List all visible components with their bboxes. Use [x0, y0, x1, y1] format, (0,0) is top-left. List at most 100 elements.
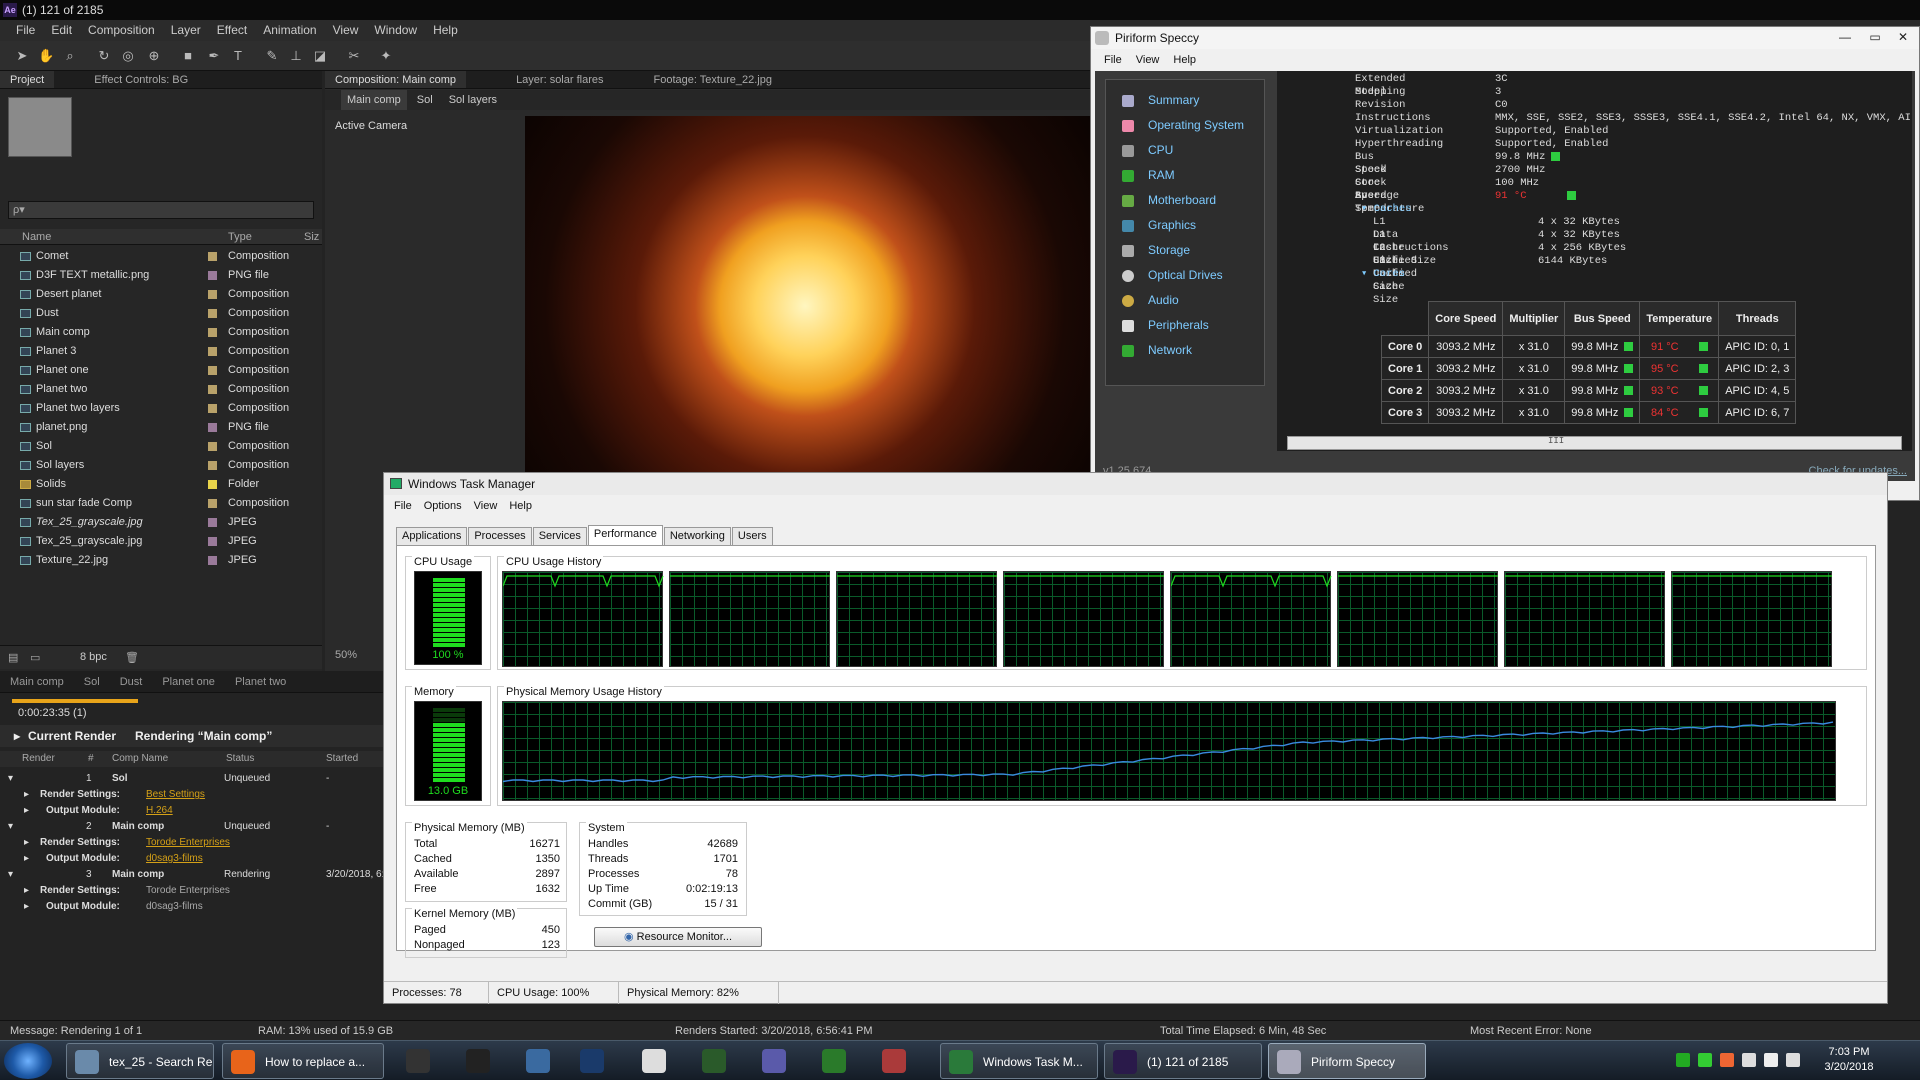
- project-item[interactable]: Sol layers Composition: [0, 456, 310, 475]
- tm-menu-options[interactable]: Options: [418, 497, 468, 515]
- nav-peripherals[interactable]: Peripherals: [1106, 313, 1264, 338]
- render-item[interactable]: ▾ 1 Sol Unqueued -: [0, 771, 385, 787]
- taskbar-item[interactable]: tex_25 - Search Re...: [66, 1043, 214, 1079]
- clock[interactable]: 7:03 PM 3/20/2018: [1814, 1045, 1884, 1075]
- tab-project[interactable]: Project: [0, 71, 55, 88]
- nav-storage[interactable]: Storage: [1106, 238, 1264, 263]
- taskbar-item[interactable]: Windows Task M...: [940, 1043, 1098, 1079]
- nav-ram[interactable]: RAM: [1106, 163, 1264, 188]
- menu-view[interactable]: View: [325, 20, 367, 41]
- crumb-sol[interactable]: Sol: [411, 90, 439, 110]
- zoom-icon[interactable]: ⌕: [62, 48, 78, 64]
- tab-effect-controls[interactable]: Effect Controls: BG: [84, 71, 198, 88]
- project-item[interactable]: Planet two layers Composition: [0, 399, 310, 418]
- project-item[interactable]: Solids Folder: [0, 475, 310, 494]
- taskbar-item[interactable]: [748, 1043, 800, 1079]
- col-render[interactable]: Render: [22, 753, 55, 764]
- project-item[interactable]: Sol Composition: [0, 437, 310, 456]
- project-search-input[interactable]: ρ▾: [8, 201, 314, 219]
- nav-optical-drives[interactable]: Optical Drives: [1106, 263, 1264, 288]
- project-item[interactable]: Desert planet Composition: [0, 285, 310, 304]
- menu-effect[interactable]: Effect: [209, 20, 255, 41]
- nav-audio[interactable]: Audio: [1106, 288, 1264, 313]
- interpret-icon[interactable]: ▤: [8, 651, 18, 664]
- minimize-button[interactable]: —: [1831, 27, 1859, 47]
- timeline-tab-main-comp[interactable]: Main comp: [0, 671, 74, 692]
- nav-operating-system[interactable]: Operating System: [1106, 113, 1264, 138]
- timeline-tab-sol[interactable]: Sol: [74, 671, 110, 692]
- menu-composition[interactable]: Composition: [80, 20, 163, 41]
- pan-icon[interactable]: ⊕: [146, 48, 162, 64]
- tm-menu-view[interactable]: View: [468, 497, 504, 515]
- tm-menu-file[interactable]: File: [388, 497, 418, 515]
- col-num[interactable]: #: [88, 753, 94, 764]
- tray-icon-2[interactable]: [1698, 1053, 1712, 1067]
- project-item[interactable]: Texture_22.jpg JPEG: [0, 551, 310, 570]
- maximize-button[interactable]: ▭: [1861, 27, 1889, 47]
- menu-layer[interactable]: Layer: [163, 20, 209, 41]
- taskbar-item[interactable]: [452, 1043, 504, 1079]
- bpc-label[interactable]: 8 bpc: [80, 651, 107, 663]
- folder-new-icon[interactable]: ▭: [30, 651, 40, 664]
- output-module-row[interactable]: ▸ Output Module: H.264: [0, 803, 385, 819]
- col-comp-name[interactable]: Comp Name: [112, 753, 168, 764]
- project-item[interactable]: D3F TEXT metallic.png PNG file: [0, 266, 310, 285]
- project-item[interactable]: Main comp Composition: [0, 323, 310, 342]
- render-settings-link[interactable]: Torode Enterprises: [146, 835, 230, 851]
- tab-users[interactable]: Users: [731, 527, 773, 545]
- taskbar-item[interactable]: (1) 121 of 2185: [1104, 1043, 1262, 1079]
- project-item[interactable]: Planet 3 Composition: [0, 342, 310, 361]
- project-item[interactable]: planet.png PNG file: [0, 418, 310, 437]
- taskbar-item[interactable]: How to replace a...: [222, 1043, 384, 1079]
- render-item[interactable]: ▾ 2 Main comp Unqueued -: [0, 819, 385, 835]
- speccy-horizontal-scrollbar[interactable]: III: [1287, 436, 1902, 450]
- menu-help[interactable]: Help: [425, 20, 466, 41]
- tab-services[interactable]: Services: [532, 527, 587, 545]
- menu-animation[interactable]: Animation: [255, 20, 324, 41]
- caches-node[interactable]: ▾ Caches: [1361, 203, 1411, 216]
- project-item[interactable]: Planet one Composition: [0, 361, 310, 380]
- output-module-row[interactable]: ▸ Output Module: d0sag3-films: [0, 851, 385, 867]
- nav-motherboard[interactable]: Motherboard: [1106, 188, 1264, 213]
- resource-monitor-button[interactable]: ◉ Resource Monitor...: [594, 927, 762, 947]
- zoom-level[interactable]: 50%: [335, 649, 357, 661]
- arrow-icon[interactable]: ➤: [14, 48, 30, 64]
- output-module-row[interactable]: ▸ Output Module: d0sag3-films: [0, 899, 385, 915]
- crumb-main-comp[interactable]: Main comp: [341, 90, 407, 110]
- nav-cpu[interactable]: CPU: [1106, 138, 1264, 163]
- network-icon[interactable]: [1764, 1053, 1778, 1067]
- tab-layer[interactable]: Layer: solar flares: [506, 71, 613, 88]
- rect-icon[interactable]: ■: [180, 48, 196, 64]
- tray-icon-1[interactable]: [1676, 1053, 1690, 1067]
- nav-graphics[interactable]: Graphics: [1106, 213, 1264, 238]
- project-item[interactable]: Tex_25_grayscale.jpg JPEG: [0, 513, 310, 532]
- col-status[interactable]: Status: [226, 753, 254, 764]
- taskbar-item[interactable]: [566, 1043, 618, 1079]
- project-item[interactable]: sun star fade Comp Composition: [0, 494, 310, 513]
- pen-icon[interactable]: ✒: [206, 48, 222, 64]
- render-settings-row[interactable]: ▸ Render Settings: Torode Enterprises: [0, 835, 385, 851]
- render-item[interactable]: ▾ 3 Main comp Rendering 3/20/2018, 6:: [0, 867, 385, 883]
- start-button[interactable]: [4, 1043, 52, 1079]
- col-name[interactable]: Name: [22, 231, 51, 243]
- tab-footage[interactable]: Footage: Texture_22.jpg: [644, 71, 782, 88]
- taskbar-item[interactable]: [688, 1043, 740, 1079]
- taskbar-item[interactable]: [868, 1043, 920, 1079]
- render-settings-row[interactable]: ▸ Render Settings: Torode Enterprises: [0, 883, 385, 899]
- output-module-link[interactable]: d0sag3-films: [146, 851, 203, 867]
- rotate-icon[interactable]: ↻: [96, 48, 112, 64]
- tab-performance[interactable]: Performance: [587, 525, 663, 545]
- current-render-row[interactable]: ▸ Current Render Rendering “Main comp”: [0, 725, 385, 747]
- eraser-icon[interactable]: ◪: [312, 48, 328, 64]
- timeline-tab-planet-two[interactable]: Planet two: [225, 671, 296, 692]
- taskbar-item[interactable]: [392, 1043, 444, 1079]
- nav-network[interactable]: Network: [1106, 338, 1264, 363]
- tab-composition[interactable]: Composition: Main comp: [325, 71, 467, 88]
- nav-summary[interactable]: Summary: [1106, 88, 1264, 113]
- volume-icon[interactable]: [1786, 1053, 1800, 1067]
- tab-processes[interactable]: Processes: [468, 527, 532, 545]
- col-size[interactable]: Siz: [304, 231, 319, 243]
- trash-icon[interactable]: 🗑: [125, 651, 139, 664]
- puppet-icon[interactable]: ✦: [378, 48, 394, 64]
- output-module-link[interactable]: H.264: [146, 803, 173, 819]
